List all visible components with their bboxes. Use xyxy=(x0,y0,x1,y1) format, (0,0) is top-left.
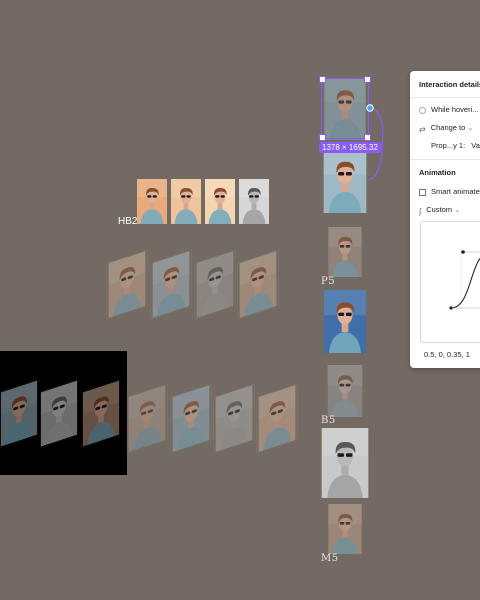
column-frame-b5[interactable] xyxy=(321,365,369,417)
skewed-frame-3[interactable] xyxy=(194,249,236,320)
interaction-details-panel: Interaction details While hoveri... ⇄ Cha… xyxy=(410,71,480,368)
hb2-label: HB2 xyxy=(118,216,138,227)
skewed-frame-6[interactable] xyxy=(170,383,212,454)
prototype-connector[interactable] xyxy=(360,100,390,190)
hb2-thumb-4[interactable] xyxy=(238,179,270,224)
resize-handle-bl[interactable] xyxy=(319,134,326,141)
hb2-thumb-2[interactable] xyxy=(170,179,202,224)
action-dropdown[interactable]: ⇄ Change to ⌄ xyxy=(419,123,480,134)
resize-handle-tl[interactable] xyxy=(319,76,326,83)
column-frame-p5[interactable] xyxy=(321,227,369,277)
interaction-details-title: Interaction details xyxy=(419,80,480,89)
m5-label: M5 xyxy=(321,553,339,564)
trigger-label: While hoveri... xyxy=(431,105,479,114)
circle-icon xyxy=(419,106,426,114)
animation-type-dropdown[interactable]: Smart animate xyxy=(419,187,480,196)
bezier-values: 0.5, 0, 0.35, 1 xyxy=(424,350,470,359)
property-value: Vari xyxy=(471,141,480,150)
skewed-frame-5[interactable] xyxy=(126,383,168,454)
hb2-thumb-1[interactable] xyxy=(136,179,168,224)
easing-label: Custom xyxy=(426,205,453,214)
skewed-frame-8[interactable] xyxy=(256,383,298,454)
trigger-dropdown[interactable]: While hoveri... xyxy=(419,105,480,114)
hb2-thumb-3[interactable] xyxy=(204,179,236,224)
property-label: Prop...y 1: xyxy=(431,141,466,150)
animation-type-label: Smart animate xyxy=(431,187,480,196)
easing-icon: ∫ xyxy=(419,206,422,216)
p5-label: P5 xyxy=(321,276,336,287)
skewed-frame-4[interactable] xyxy=(237,249,279,320)
column-frame-m5[interactable] xyxy=(321,504,369,554)
smart-animate-icon xyxy=(419,188,426,196)
b5-label: B5 xyxy=(321,415,336,426)
skewed-frame-1[interactable] xyxy=(106,249,148,320)
bezier-curve-editor[interactable] xyxy=(420,221,480,343)
easing-dropdown[interactable]: ∫ Custom ⌄ xyxy=(419,205,480,216)
resize-handle-tr[interactable] xyxy=(364,76,371,83)
skewed-frame-7[interactable] xyxy=(213,383,255,454)
animation-title: Animation xyxy=(419,168,456,177)
swap-icon: ⇄ xyxy=(419,124,426,134)
action-label: Change to xyxy=(430,123,466,132)
column-frame-bw[interactable] xyxy=(321,428,369,498)
column-frame-blue[interactable] xyxy=(321,290,369,353)
skewed-frame-2[interactable] xyxy=(150,249,192,320)
property-row[interactable]: Prop...y 1: Vari xyxy=(431,141,480,150)
